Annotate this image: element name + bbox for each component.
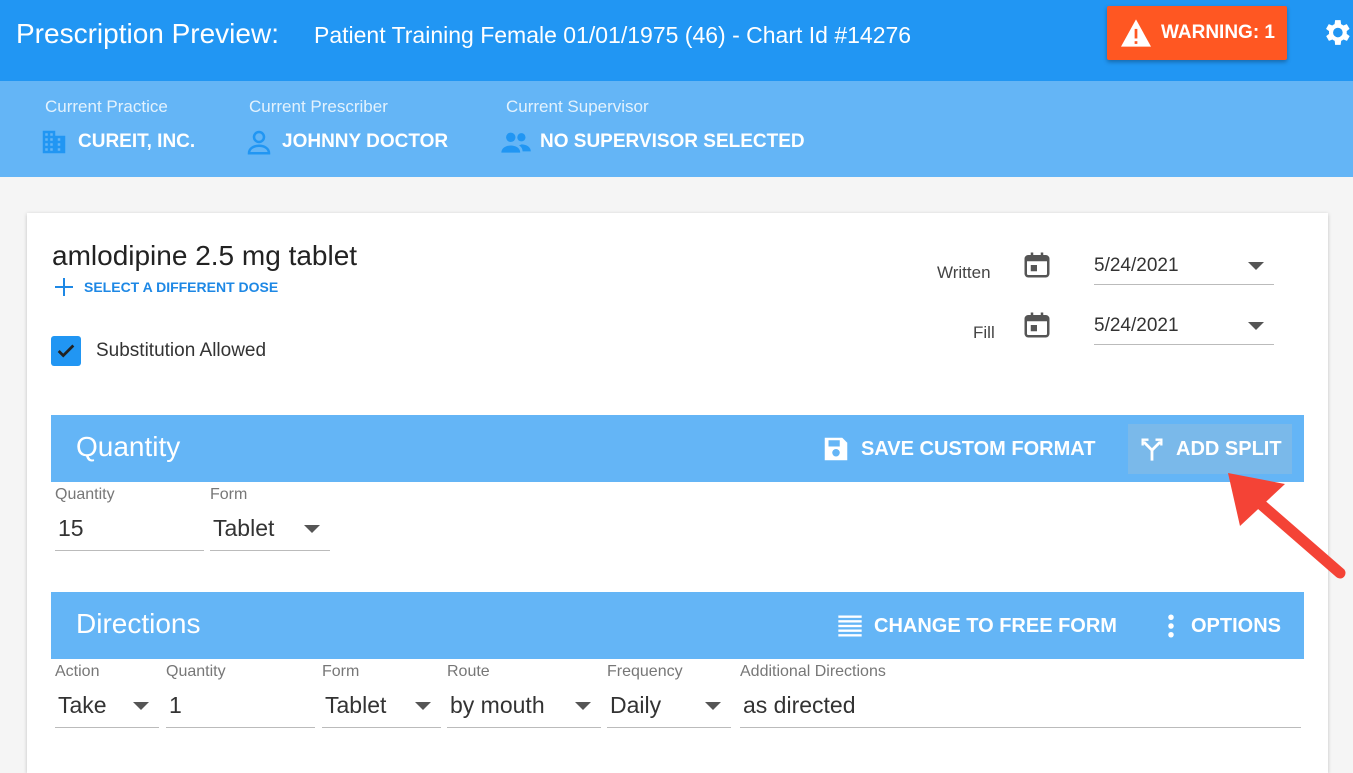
save-icon (824, 437, 848, 461)
warning-button[interactable]: WARNING: 1 (1107, 6, 1287, 60)
current-practice-label: Current Practice (45, 97, 168, 116)
current-prescriber-value: JOHNNY DOCTOR (282, 131, 449, 152)
text-lines-icon (838, 615, 862, 637)
save-custom-format-button[interactable]: SAVE CUSTOM FORMAT (811, 424, 1105, 474)
quantity-section-header: Quantity SAVE CUSTOM FORMAT ADD SPLIT (51, 415, 1304, 482)
chevron-down-icon (1248, 262, 1264, 270)
warning-label: WARNING: 1 (1161, 22, 1275, 43)
page-title: Prescription Preview: (16, 18, 279, 49)
current-prescriber[interactable]: Current Prescriber JOHNNY DOCTOR (247, 97, 449, 157)
directions-section-header: Directions CHANGE TO FREE FORM OPTIONS (51, 592, 1304, 659)
select-dose-button[interactable]: SELECT A DIFFERENT DOSE (52, 275, 278, 299)
additional-directions-field[interactable]: Additional Directions as directed (740, 663, 1301, 728)
select-dose-label: SELECT A DIFFERENT DOSE (84, 279, 279, 295)
chevron-down-icon (705, 702, 721, 710)
directions-form-value: Tablet (325, 692, 387, 718)
directions-form-select[interactable]: Form Tablet (322, 663, 441, 728)
quantity-field-label: Quantity (55, 486, 115, 503)
change-to-free-form-label: CHANGE TO FREE FORM (874, 614, 1117, 637)
calendar-icon[interactable] (1022, 309, 1052, 341)
directions-quantity-label: Quantity (166, 663, 226, 680)
chevron-down-icon (133, 702, 149, 710)
chevron-down-icon (1248, 322, 1264, 330)
frequency-select[interactable]: Frequency Daily (607, 663, 731, 728)
substitution-label: Substitution Allowed (96, 340, 267, 361)
change-to-free-form-button[interactable]: CHANGE TO FREE FORM (826, 601, 1127, 651)
action-select-value: Take (58, 692, 107, 718)
form-select-value: Tablet (213, 515, 275, 541)
gear-icon[interactable] (1320, 16, 1353, 49)
patient-info: Patient Training Female 01/01/1975 (46) … (314, 22, 912, 48)
route-select-value: by mouth (450, 692, 545, 718)
quantity-section-title: Quantity (76, 431, 181, 462)
chevron-down-icon (304, 525, 320, 533)
warning-icon (1121, 19, 1151, 47)
fill-date-select[interactable]: 5/24/2021 (1094, 307, 1274, 345)
quantity-field[interactable]: Quantity 15 (55, 486, 204, 551)
form-select-label: Form (210, 486, 248, 503)
group-icon (501, 132, 531, 153)
options-label: OPTIONS (1191, 614, 1282, 637)
current-practice-value: CUREIT, INC. (78, 131, 196, 152)
building-icon (42, 130, 66, 154)
chevron-down-icon (575, 702, 591, 710)
additional-directions-value[interactable]: as directed (740, 687, 1301, 728)
current-prescriber-label: Current Prescriber (249, 97, 388, 116)
checkbox-checked-icon[interactable] (51, 336, 81, 366)
action-select-label: Action (55, 663, 100, 680)
drug-name: amlodipine 2.5 mg tablet (52, 240, 358, 271)
written-date-select[interactable]: 5/24/2021 (1094, 247, 1274, 285)
context-bar: Current Practice CUREIT, INC. Current Pr… (0, 81, 1353, 177)
directions-form-label: Form (322, 663, 360, 680)
additional-directions-label: Additional Directions (740, 663, 886, 680)
options-button[interactable]: OPTIONS (1151, 601, 1291, 651)
current-practice[interactable]: Current Practice CUREIT, INC. (42, 97, 196, 157)
action-select[interactable]: Action Take (55, 663, 159, 728)
directions-quantity-value[interactable]: 1 (166, 687, 315, 728)
split-icon (1141, 438, 1163, 461)
directions-section-title: Directions (76, 608, 201, 639)
fill-date-value: 5/24/2021 (1094, 314, 1179, 336)
fill-label: Fill (973, 323, 995, 342)
quantity-field-value[interactable]: 15 (55, 510, 204, 551)
prescription-card: amlodipine 2.5 mg tablet SELECT A DIFFER… (27, 213, 1328, 773)
route-select-label: Route (447, 663, 490, 680)
route-select[interactable]: Route by mouth (447, 663, 601, 728)
current-supervisor-label: Current Supervisor (506, 97, 649, 116)
frequency-select-label: Frequency (607, 663, 683, 680)
calendar-icon[interactable] (1022, 249, 1052, 281)
chevron-down-icon (415, 702, 431, 710)
plus-icon (55, 278, 73, 296)
annotation-arrow-icon (1228, 473, 1346, 579)
app-header: Prescription Preview: Patient Training F… (0, 0, 1353, 81)
save-custom-format-label: SAVE CUSTOM FORMAT (861, 437, 1096, 460)
written-label: Written (937, 263, 991, 282)
current-supervisor[interactable]: Current Supervisor NO SUPERVISOR SELECTE… (501, 97, 805, 157)
written-date-value: 5/24/2021 (1094, 254, 1179, 276)
frequency-select-value: Daily (610, 692, 662, 718)
substitution-checkbox[interactable]: Substitution Allowed (51, 336, 266, 366)
directions-quantity-field[interactable]: Quantity 1 (166, 663, 315, 728)
form-select[interactable]: Form Tablet (210, 486, 330, 551)
more-vert-icon (1168, 614, 1174, 638)
current-supervisor-value: NO SUPERVISOR SELECTED (540, 131, 805, 152)
person-icon (247, 130, 271, 155)
